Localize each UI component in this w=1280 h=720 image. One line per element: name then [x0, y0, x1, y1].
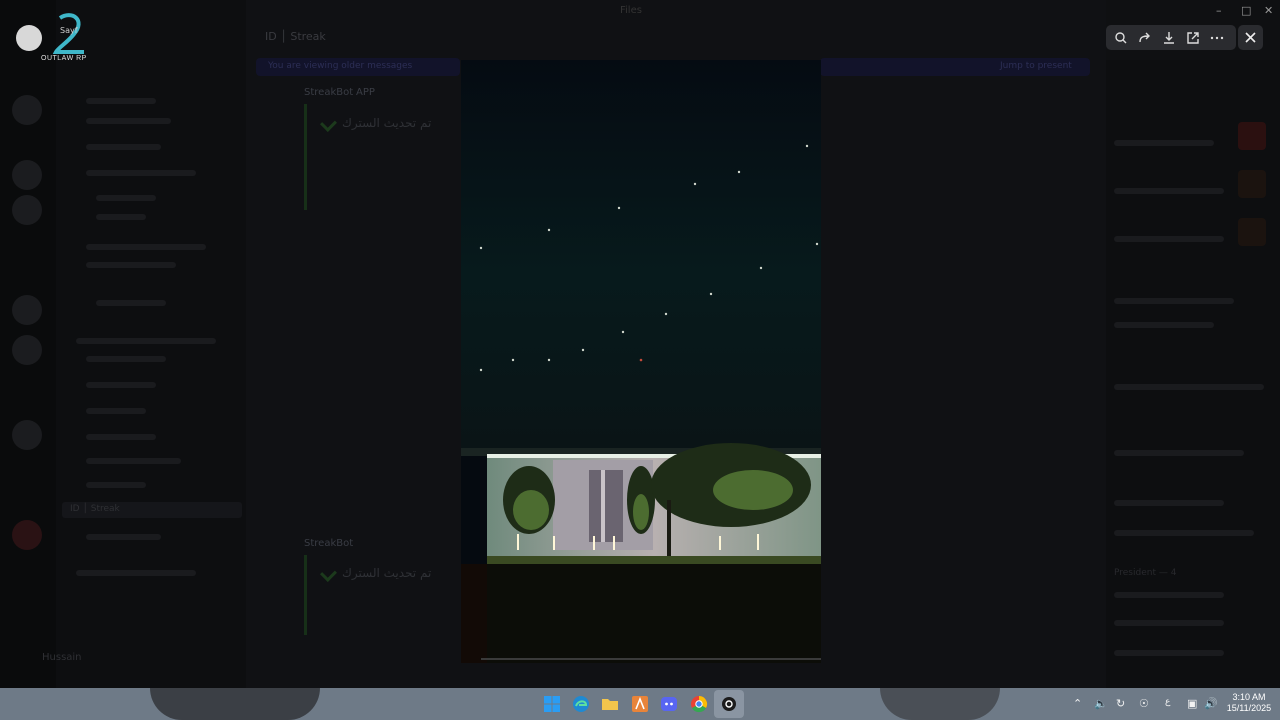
banner-text: You are viewing older messages — [268, 61, 413, 71]
chrome-icon[interactable] — [688, 693, 710, 715]
channel-label: ID │ Streak — [70, 504, 120, 514]
server-icon[interactable] — [12, 295, 42, 325]
file-explorer-icon[interactable] — [599, 693, 621, 715]
zoom-icon[interactable] — [1112, 29, 1130, 47]
windows-start-icon[interactable] — [541, 693, 563, 715]
volume-tray-icon[interactable]: 🔈 — [1094, 697, 1108, 710]
microphone-icon[interactable]: ☉ — [1139, 697, 1149, 710]
chevron-up-icon[interactable]: ⌃ — [1073, 697, 1082, 710]
speaker-icon[interactable]: 🔊 — [1204, 697, 1218, 710]
channel-item-active[interactable]: ID │ Streak — [62, 502, 242, 518]
clock[interactable]: 3:10 AM 15/11/2025 — [1224, 692, 1274, 714]
open-external-icon[interactable] — [1184, 29, 1202, 47]
server-rail — [0, 0, 56, 688]
window-close-icon[interactable]: ✕ — [1264, 4, 1273, 17]
server-icon[interactable] — [12, 420, 42, 450]
edge-icon[interactable] — [570, 693, 592, 715]
discord-icon[interactable] — [658, 693, 680, 715]
bot-name: StreakBot — [304, 538, 354, 549]
channel-header: ID │ Streak — [265, 30, 326, 43]
logo-text: OUTLAW RP — [41, 55, 87, 62]
minimize-icon[interactable]: – — [1216, 4, 1222, 17]
night-garden-image — [461, 60, 821, 663]
outlaw-logo-icon — [52, 13, 84, 54]
clock-date: 15/11/2025 — [1226, 703, 1272, 713]
server-icon[interactable] — [12, 335, 42, 365]
jump-present-banner[interactable]: Jump to present — [820, 58, 1090, 76]
server-icon[interactable] — [12, 520, 42, 550]
share-icon[interactable] — [1136, 29, 1154, 47]
embed-bar — [304, 104, 307, 210]
close-icon[interactable] — [1238, 25, 1263, 50]
embed-title: تم تحديث السترك — [342, 566, 432, 580]
jump-to-present-link[interactable]: Jump to present — [1000, 61, 1072, 71]
network-icon[interactable]: ▣ — [1187, 697, 1197, 710]
older-messages-banner: You are viewing older messages — [256, 58, 460, 76]
members-header: President — 4 — [1114, 568, 1177, 578]
server-icon[interactable] — [12, 160, 42, 190]
bot-name: StreakBot — [304, 87, 354, 98]
embed-bar — [304, 555, 307, 635]
more-icon[interactable] — [1208, 29, 1226, 47]
download-icon[interactable] — [1160, 29, 1178, 47]
app-icon[interactable] — [629, 693, 651, 715]
channel-list — [56, 0, 246, 688]
language-indicator[interactable]: ع — [1165, 697, 1170, 707]
sync-icon[interactable]: ↻ — [1116, 697, 1125, 710]
clock-time: 3:10 AM — [1232, 692, 1266, 702]
embed-title: تم تحديث السترك — [342, 116, 432, 130]
photos-icon[interactable] — [718, 693, 740, 715]
maximize-icon[interactable]: □ — [1241, 4, 1251, 17]
window-title: Files — [620, 5, 642, 16]
bot-tag: APP — [356, 87, 375, 98]
member-list: President — 4 — [1106, 60, 1280, 688]
viewer-toolbar — [1106, 25, 1236, 50]
night-photo — [461, 60, 821, 663]
logo-subtext: Sayf — [60, 26, 78, 35]
logo-circle — [16, 25, 42, 51]
server-icon[interactable] — [12, 95, 42, 125]
user-name: Hussain — [42, 652, 82, 663]
server-icon[interactable] — [12, 195, 42, 225]
viewer-close-button[interactable] — [1238, 25, 1263, 50]
